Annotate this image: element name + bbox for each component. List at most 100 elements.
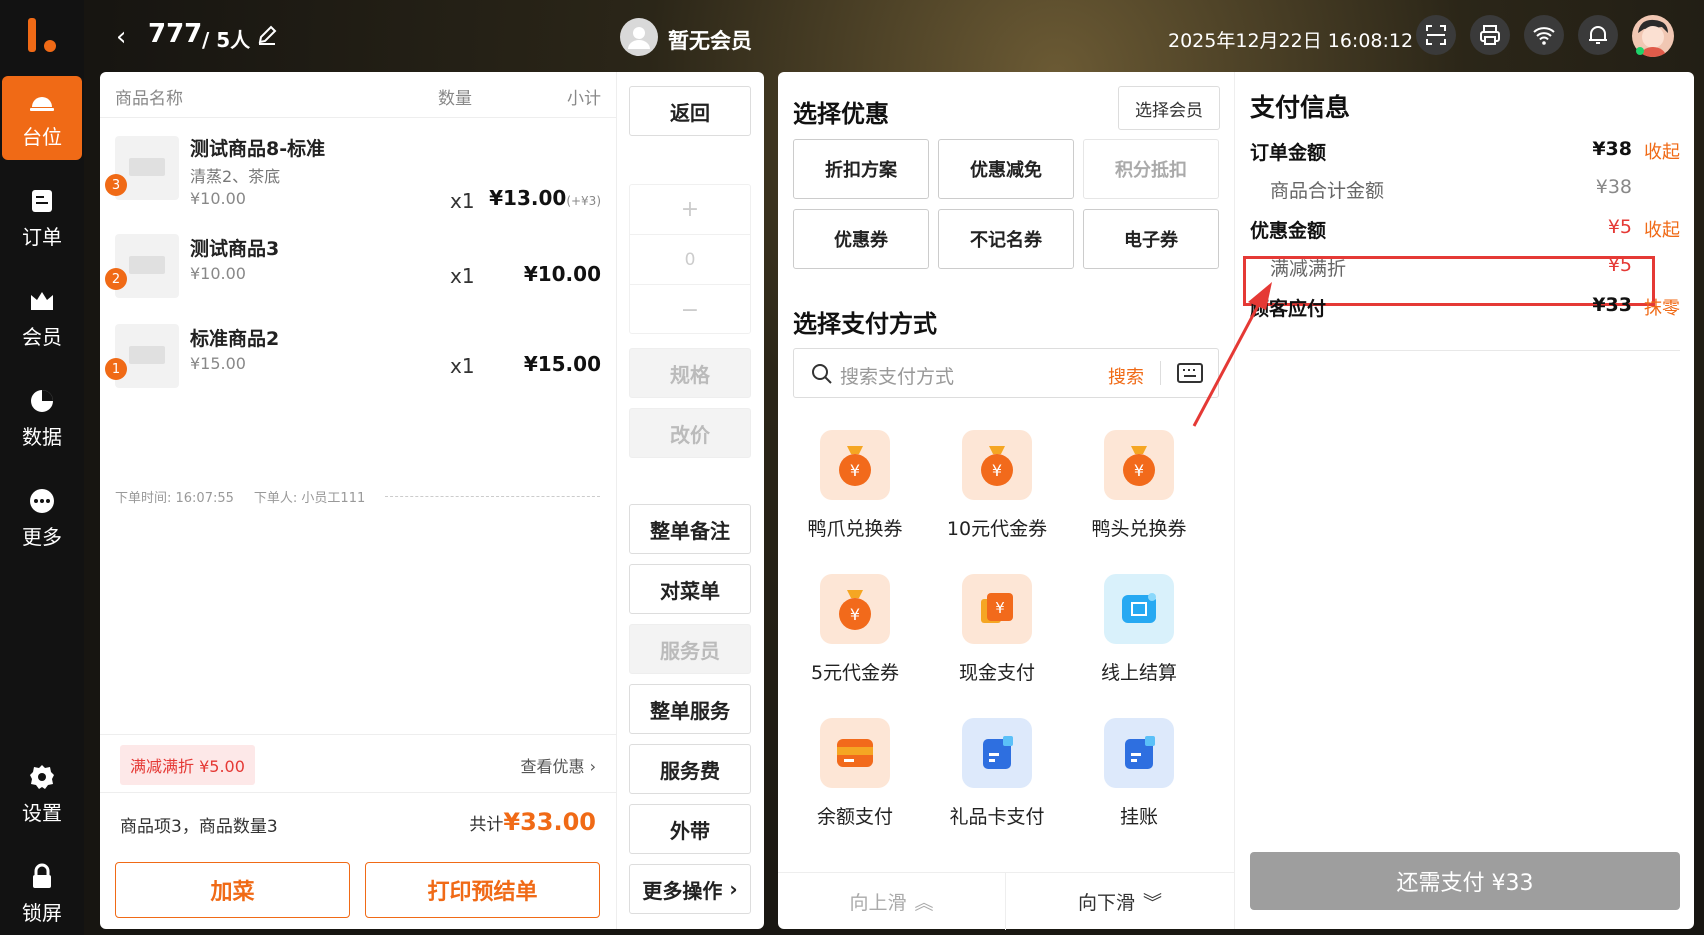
bearer-coupon-button[interactable]: 不记名券: [938, 209, 1074, 269]
minus-button[interactable]: −: [630, 285, 750, 335]
keyboard-icon[interactable]: [1176, 361, 1204, 385]
people-count: / 5人: [202, 28, 251, 52]
pay-method-label: 10元代金券: [946, 518, 1048, 540]
nav-label: 更多: [22, 524, 62, 549]
waiter-button[interactable]: 服务员: [629, 624, 751, 674]
nav-item-table[interactable]: 台位: [2, 76, 82, 160]
svg-text:¥: ¥: [850, 605, 860, 624]
select-member-button[interactable]: 选择会员: [1118, 86, 1220, 130]
scroll-up-button[interactable]: 向上滑 ︽: [778, 873, 1006, 930]
points-deduct-button[interactable]: 积分抵扣: [1083, 139, 1219, 199]
e-coupon-button[interactable]: 电子券: [1083, 209, 1219, 269]
money-bag-icon: ¥: [820, 574, 890, 644]
nav-label: 台位: [22, 124, 62, 149]
item-total-wrap: ¥13.00(+¥3): [489, 186, 601, 210]
discount-relief-button[interactable]: 优惠减免: [938, 139, 1074, 199]
order-item[interactable]: 1 标准商品2 ¥15.00 x1 ¥15.00: [100, 324, 616, 424]
pay-method[interactable]: 余额支付: [788, 718, 918, 848]
goods-total-value: ¥38: [1595, 176, 1632, 198]
item-total: ¥10.00: [523, 262, 601, 286]
print-prebill-button[interactable]: 打印预结单: [365, 862, 600, 918]
item-price: ¥10.00: [190, 264, 246, 283]
nav-label: 订单: [22, 224, 62, 249]
order-amount-value: ¥38: [1592, 138, 1632, 160]
collapse-discount[interactable]: 收起: [1644, 216, 1680, 242]
item-thumbnail: [115, 234, 179, 298]
order-service-button[interactable]: 整单服务: [629, 684, 751, 734]
print-button[interactable]: [1470, 15, 1510, 55]
table-number: 777: [148, 19, 203, 49]
item-spec: 清蒸2、茶底: [190, 167, 281, 186]
nav-item-settings[interactable]: 设置: [0, 752, 84, 836]
plus-button[interactable]: +: [630, 185, 750, 235]
coupon-button[interactable]: 优惠券: [793, 209, 929, 269]
item-qty: x1: [450, 354, 475, 378]
reprice-button[interactable]: 改价: [629, 408, 751, 458]
payment-title: 选择支付方式: [793, 310, 937, 338]
order-item[interactable]: 2 测试商品3 ¥10.00 x1 ¥10.00: [100, 234, 616, 334]
search-button[interactable]: 搜索: [1108, 363, 1144, 389]
pay-method[interactable]: ¥ 5元代金券: [788, 574, 918, 704]
scan-icon: [1426, 25, 1446, 45]
info-title: 支付信息: [1250, 93, 1351, 122]
search-icon: [812, 364, 832, 384]
item-qty: x1: [450, 264, 475, 288]
member-icon: [31, 291, 53, 310]
view-promo-link[interactable]: 查看优惠 ›: [520, 753, 596, 777]
pay-remaining-button[interactable]: 还需支付 ¥33: [1250, 852, 1680, 910]
member-status[interactable]: 暂无会员: [668, 25, 752, 55]
nav-item-data[interactable]: 数据: [0, 376, 84, 460]
order-note-button[interactable]: 整单备注: [629, 504, 751, 554]
back-arrow-icon[interactable]: ‹: [116, 22, 126, 52]
chevron-right-icon: ›: [589, 757, 596, 776]
pay-method-label: 5元代金券: [810, 662, 900, 684]
wifi-status[interactable]: [1524, 15, 1564, 55]
collapse-order-amount[interactable]: 收起: [1644, 138, 1680, 164]
back-button[interactable]: 返回: [629, 86, 751, 136]
pay-method[interactable]: ¥ 鸭爪兑换券: [788, 430, 918, 560]
scan-button[interactable]: [1416, 15, 1456, 55]
spec-button[interactable]: 规格: [629, 348, 751, 398]
check-menu-button[interactable]: 对菜单: [629, 564, 751, 614]
pay-method[interactable]: 礼品卡支付: [930, 718, 1060, 848]
printer-icon: [1480, 25, 1500, 45]
nav-item-order[interactable]: 订单: [0, 176, 84, 260]
scroll-down-button[interactable]: 向下滑 ︾: [1006, 873, 1234, 930]
nav-label: 设置: [22, 800, 62, 825]
more-actions-button[interactable]: 更多操作 ›: [629, 864, 751, 914]
double-chevron-down-icon: ︾: [1143, 892, 1163, 914]
nav-label: 数据: [22, 424, 62, 449]
amount-due-value: ¥33: [1592, 294, 1632, 316]
order-panel: 商品名称 数量 小计 3 测试商品8-标准 清蒸2、茶底 ¥10.00 x1 ¥…: [100, 72, 616, 929]
order-item[interactable]: 3 测试商品8-标准 清蒸2、茶底 ¥10.00 x1 ¥13.00(+¥3): [100, 126, 616, 226]
edit-icon[interactable]: [256, 24, 278, 46]
item-name: 测试商品8-标准: [190, 138, 326, 160]
pay-method[interactable]: ¥ 10元代金券: [930, 430, 1060, 560]
pay-method[interactable]: 挂账: [1072, 718, 1202, 848]
pay-method[interactable]: 线上结算: [1072, 574, 1202, 704]
round-off-button[interactable]: 抹零: [1644, 294, 1680, 320]
search-input[interactable]: 搜索支付方式: [840, 362, 954, 389]
action-column: 返回 + 0 − 规格 改价 整单备注 对菜单 服务员 整单服务 服务费 外带 …: [616, 72, 764, 929]
pay-method[interactable]: ¥ 鸭头兑换券: [1072, 430, 1202, 560]
add-dish-button[interactable]: 加菜: [115, 862, 350, 918]
credit-icon: [1104, 718, 1174, 788]
pay-method-label: 挂账: [1119, 806, 1158, 828]
notification-button[interactable]: [1578, 15, 1618, 55]
divider: [1160, 361, 1161, 385]
gear-icon: [30, 764, 54, 789]
service-fee-button[interactable]: 服务费: [629, 744, 751, 794]
item-name: 标准商品2: [190, 328, 280, 350]
nav-item-lock[interactable]: 锁屏: [0, 852, 84, 935]
svg-text:¥: ¥: [992, 461, 1002, 480]
online-dot: [1636, 47, 1644, 55]
pay-method[interactable]: ¥ 现金支付: [930, 574, 1060, 704]
nav-item-member[interactable]: 会员: [0, 276, 84, 360]
takeaway-button[interactable]: 外带: [629, 804, 751, 854]
payment-info-panel: 支付信息 订单金额 ¥38 收起 商品合计金额 ¥38 优惠金额 ¥5 收起 满…: [1234, 72, 1694, 929]
nav-item-more[interactable]: 更多: [0, 476, 84, 560]
scroll-controls: 向上滑 ︽ 向下滑 ︾: [778, 872, 1234, 930]
discount-plan-button[interactable]: 折扣方案: [793, 139, 929, 199]
col-name: 商品名称: [115, 89, 183, 109]
member-avatar[interactable]: [620, 18, 658, 56]
